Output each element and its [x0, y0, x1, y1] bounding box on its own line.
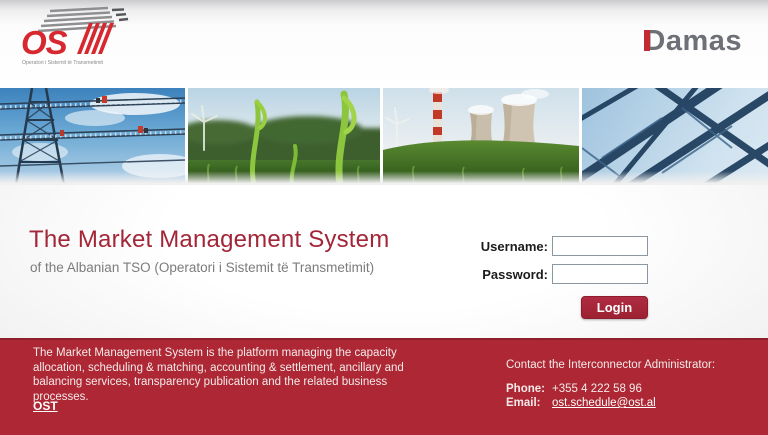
contact-block: Contact the Interconnector Administrator… — [506, 359, 715, 410]
username-label: Username: — [455, 239, 548, 254]
password-label: Password: — [455, 267, 548, 282]
photo-steel-lattice-tower — [582, 88, 768, 185]
damas-logo-d: D — [644, 27, 665, 56]
main-section: The Market Management System of the Alba… — [0, 185, 768, 338]
login-page: OS Operatori i Sistemit të Transmetimit … — [0, 0, 768, 435]
ost-logo: OS Operatori i Sistemit të Transmetimit — [20, 6, 140, 70]
photo-transmission-towers-with-workers — [0, 88, 185, 185]
phone-label: Phone: — [506, 382, 552, 396]
speed-lines-dark-icon — [112, 9, 128, 20]
ost-wordmark: OS — [21, 24, 68, 61]
phone-value: +355 4 222 58 96 — [552, 383, 642, 395]
header: OS Operatori i Sistemit të Transmetimit … — [0, 0, 768, 88]
footer-description: The Market Management System is the plat… — [33, 346, 439, 404]
login-button[interactable]: Login — [581, 296, 648, 319]
ost-link[interactable]: OST — [33, 399, 58, 413]
footer: The Market Management System is the plat… — [0, 338, 768, 435]
username-input[interactable] — [552, 236, 648, 256]
damas-logo: Damas — [644, 27, 742, 56]
photo-banner — [0, 88, 768, 185]
page-title: The Market Management System — [29, 226, 389, 254]
contact-heading: Contact the Interconnector Administrator… — [506, 359, 715, 371]
email-label: Email: — [506, 396, 552, 410]
ost-tagline: Operatori i Sistemit të Transmetimit — [22, 60, 104, 66]
password-input[interactable] — [552, 264, 648, 284]
email-row: Email:ost.schedule@ost.al — [506, 396, 715, 410]
phone-row: Phone:+355 4 222 58 96 — [506, 382, 715, 396]
page-subtitle: of the Albanian TSO (Operatori i Sistemi… — [30, 260, 374, 275]
photo-green-sprouts-and-wind-turbine — [188, 88, 380, 185]
photo-power-plant-cooling-towers — [383, 88, 579, 185]
damas-logo-rest: amas — [666, 25, 742, 57]
email-link[interactable]: ost.schedule@ost.al — [552, 397, 656, 409]
